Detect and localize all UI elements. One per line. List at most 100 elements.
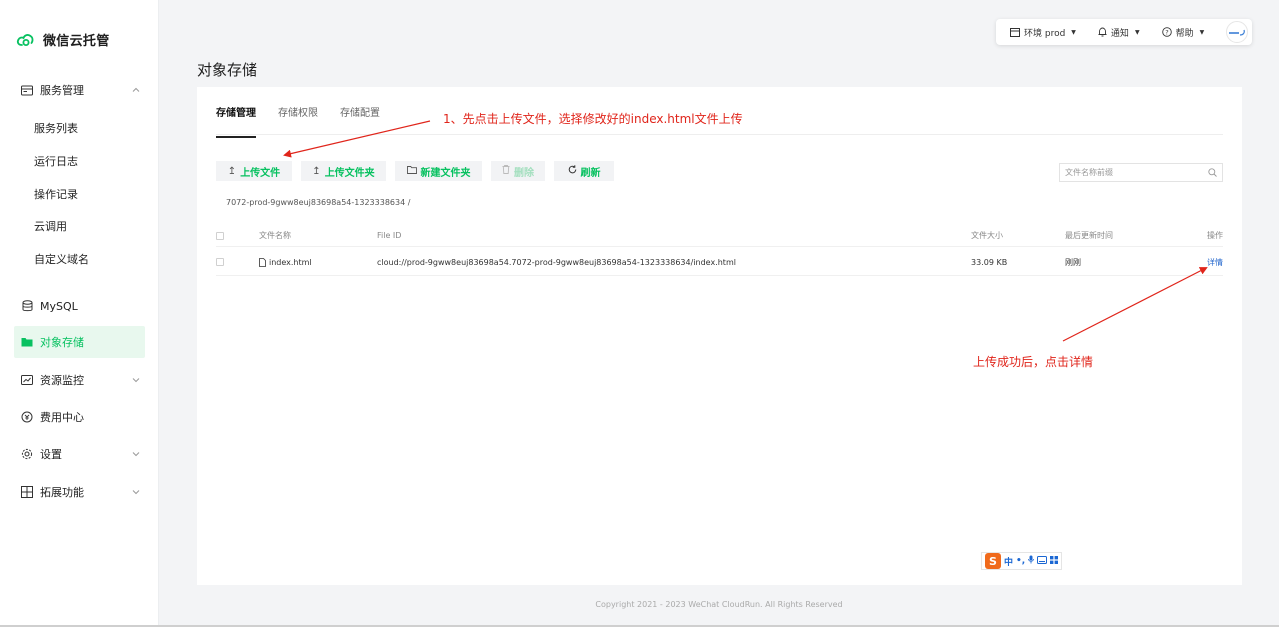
table-header: 文件名称 File ID 文件大小 最后更新时间 操作 bbox=[216, 225, 1223, 247]
app-logo[interactable]: 微信云托管 bbox=[16, 30, 110, 49]
microphone-icon[interactable] bbox=[1028, 555, 1035, 567]
sidebar-item-run-logs[interactable]: 运行日志 bbox=[34, 145, 78, 177]
col-header-name: 文件名称 bbox=[259, 231, 291, 240]
cloud-logo-icon bbox=[16, 33, 34, 46]
search-input[interactable] bbox=[1065, 168, 1205, 177]
sidebar-item-label: MySQL bbox=[40, 299, 78, 313]
col-header-action: 操作 bbox=[1207, 231, 1223, 240]
search-icon[interactable] bbox=[1208, 168, 1217, 177]
env-label: 环境 prod bbox=[1024, 28, 1066, 39]
ime-toolbar[interactable]: S 中 •, bbox=[981, 552, 1063, 570]
gear-icon bbox=[20, 447, 34, 461]
file-updated: 刚刚 bbox=[1065, 257, 1081, 267]
chevron-down-icon bbox=[132, 452, 140, 457]
keyboard-icon[interactable] bbox=[1037, 555, 1048, 567]
new-folder-label: 新建文件夹 bbox=[420, 167, 471, 179]
logo-text: 微信云托管 bbox=[43, 34, 110, 49]
sidebar-item-settings[interactable]: 设置 bbox=[14, 438, 145, 470]
sidebar-item-extensions[interactable]: 拓展功能 bbox=[14, 476, 145, 508]
refresh-label: 刷新 bbox=[580, 167, 601, 179]
folder-outline-icon bbox=[406, 165, 417, 177]
sidebar-item-operation-records[interactable]: 操作记录 bbox=[34, 178, 78, 210]
help-label: 帮助 bbox=[1175, 28, 1194, 39]
sidebar-item-label: 服务管理 bbox=[40, 84, 84, 97]
sidebar-item-label: 设置 bbox=[40, 448, 62, 461]
server-icon bbox=[20, 83, 34, 97]
upload-file-label: 上传文件 bbox=[240, 167, 281, 179]
env-icon bbox=[1010, 27, 1020, 37]
file-size: 33.09 KB bbox=[971, 257, 1008, 267]
punctuation-icon[interactable]: •, bbox=[1016, 556, 1025, 566]
apps-grid-icon[interactable] bbox=[1050, 555, 1059, 567]
caret-down-icon: ▼ bbox=[1134, 28, 1140, 36]
help-menu[interactable]: ? 帮助 ▼ bbox=[1161, 26, 1205, 39]
sidebar-item-label: 拓展功能 bbox=[40, 486, 84, 499]
database-icon bbox=[20, 299, 34, 313]
select-all-checkbox[interactable] bbox=[216, 231, 224, 240]
breadcrumb[interactable]: 7072-prod-9gww8euj83698a54-1323338634 / bbox=[226, 198, 410, 207]
avatar[interactable] bbox=[1226, 21, 1248, 43]
page-title: 对象存储 bbox=[197, 61, 258, 79]
upload-folder-button[interactable]: ↥ 上传文件夹 bbox=[301, 161, 386, 181]
sidebar-item-resource-monitor[interactable]: 资源监控 bbox=[14, 364, 145, 396]
tab-storage-management[interactable]: 存储管理 bbox=[216, 104, 256, 138]
notify-label: 通知 bbox=[1110, 28, 1129, 39]
sidebar-item-service-management[interactable]: 服务管理 bbox=[14, 74, 145, 106]
sidebar-item-custom-domain[interactable]: 自定义域名 bbox=[34, 243, 89, 275]
folder-icon bbox=[20, 335, 34, 349]
annotation-step1: 1、先点击上传文件，选择修改好的index.html文件上传 bbox=[443, 112, 743, 126]
sidebar: 微信云托管 服务管理 服务列表 运行日志 操作记录 云调用 自定义域名 MySQ… bbox=[0, 0, 159, 627]
refresh-icon bbox=[568, 165, 577, 177]
sidebar-item-label: 资源监控 bbox=[40, 374, 84, 387]
storage-panel: 存储管理 存储权限 存储配置 ↥ 上传文件 ↥ 上传文件夹 新建文件夹 删除 刷… bbox=[197, 87, 1242, 585]
chevron-up-icon bbox=[132, 87, 140, 92]
sidebar-item-service-list[interactable]: 服务列表 bbox=[34, 112, 78, 144]
monitor-chart-icon bbox=[20, 373, 34, 387]
annotation-step2: 上传成功后，点击详情 bbox=[973, 355, 1094, 369]
grid-plus-icon bbox=[20, 485, 34, 499]
tab-storage-config[interactable]: 存储配置 bbox=[340, 104, 380, 138]
tab-storage-permissions[interactable]: 存储权限 bbox=[278, 104, 318, 138]
billing-icon bbox=[20, 410, 34, 424]
tabs: 存储管理 存储权限 存储配置 bbox=[216, 104, 380, 138]
upload-icon: ↥ bbox=[312, 165, 321, 177]
new-folder-button[interactable]: 新建文件夹 bbox=[395, 161, 482, 181]
col-header-updated: 最后更新时间 bbox=[1065, 231, 1113, 240]
upload-icon: ↥ bbox=[227, 165, 237, 177]
bell-icon bbox=[1098, 27, 1107, 37]
ime-logo[interactable]: S bbox=[985, 553, 1001, 569]
chevron-down-icon bbox=[132, 378, 140, 383]
sidebar-item-object-storage[interactable]: 对象存储 bbox=[14, 326, 145, 358]
table-row: index.html cloud://prod-9gww8euj83698a54… bbox=[216, 249, 1223, 276]
top-toolbar: 环境 prod ▼ 通知 ▼ ? 帮助 ▼ bbox=[996, 19, 1252, 45]
footer-copyright: Copyright 2021 - 2023 WeChat CloudRun. A… bbox=[595, 600, 843, 609]
file-icon bbox=[259, 257, 266, 267]
file-name[interactable]: index.html bbox=[269, 258, 312, 267]
col-header-file-id: File ID bbox=[377, 231, 402, 240]
ime-language[interactable]: 中 bbox=[1004, 555, 1013, 568]
trash-icon bbox=[502, 165, 510, 177]
env-selector[interactable]: 环境 prod ▼ bbox=[1010, 26, 1076, 39]
sidebar-item-cloud-call[interactable]: 云调用 bbox=[34, 210, 67, 242]
sidebar-item-billing[interactable]: 费用中心 bbox=[14, 401, 145, 433]
delete-button[interactable]: 删除 bbox=[491, 161, 545, 181]
sidebar-item-mysql[interactable]: MySQL bbox=[14, 290, 145, 322]
search-box bbox=[1059, 163, 1223, 182]
chevron-down-icon bbox=[132, 490, 140, 495]
delete-label: 删除 bbox=[514, 167, 534, 179]
row-checkbox[interactable] bbox=[216, 258, 224, 266]
file-toolbar: ↥ 上传文件 ↥ 上传文件夹 新建文件夹 删除 刷新 bbox=[216, 161, 614, 181]
details-link[interactable]: 详情 bbox=[1207, 249, 1223, 275]
file-id: cloud://prod-9gww8euj83698a54.7072-prod-… bbox=[377, 257, 736, 267]
upload-folder-label: 上传文件夹 bbox=[324, 167, 375, 179]
svg-text:?: ? bbox=[1165, 28, 1168, 36]
caret-down-icon: ▼ bbox=[1071, 28, 1076, 36]
notifications-menu[interactable]: 通知 ▼ bbox=[1098, 26, 1140, 39]
caret-down-icon: ▼ bbox=[1199, 28, 1205, 36]
upload-file-button[interactable]: ↥ 上传文件 bbox=[216, 161, 292, 181]
avatar-image-icon bbox=[1229, 29, 1245, 36]
help-icon: ? bbox=[1161, 27, 1172, 37]
refresh-button[interactable]: 刷新 bbox=[554, 161, 614, 181]
tabs-divider bbox=[216, 134, 1223, 135]
sidebar-item-label: 费用中心 bbox=[40, 411, 84, 424]
